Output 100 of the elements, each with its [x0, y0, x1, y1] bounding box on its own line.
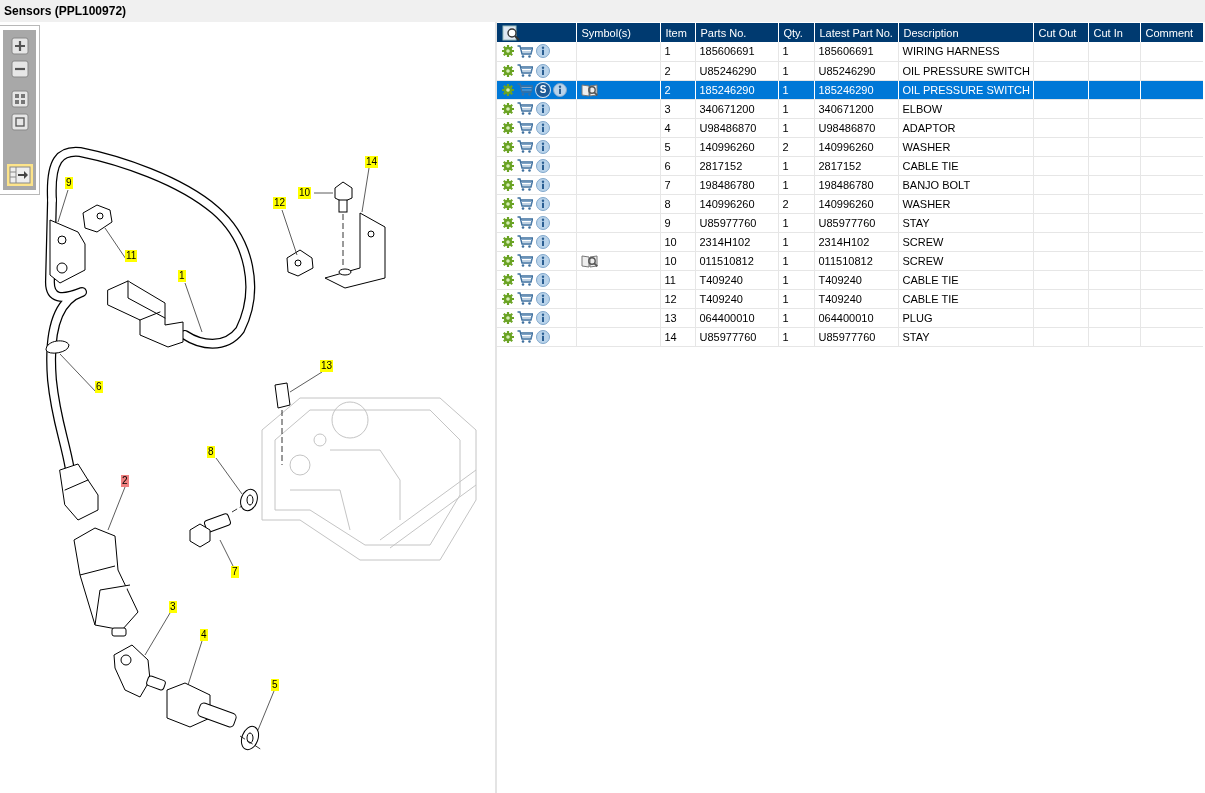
cart-icon[interactable]	[517, 44, 533, 58]
toolbar-button[interactable]	[9, 36, 30, 56]
gear-icon[interactable]	[502, 159, 514, 172]
table-cell: 2314H102	[814, 232, 898, 251]
callout-label[interactable]: 9	[65, 177, 73, 189]
info-icon[interactable]	[536, 63, 550, 78]
info-icon[interactable]	[536, 234, 550, 249]
table-cell: 13	[660, 308, 695, 327]
column-header[interactable]: Parts No.	[695, 23, 778, 42]
cart-icon[interactable]	[517, 273, 533, 286]
info-icon[interactable]	[536, 272, 550, 287]
info-icon[interactable]	[553, 82, 567, 97]
table-cell: 2817152	[695, 156, 778, 175]
cart-icon[interactable]	[517, 311, 533, 324]
info-icon[interactable]	[536, 215, 550, 230]
callout-label[interactable]: 5	[271, 679, 279, 691]
gear-icon[interactable]	[502, 216, 514, 229]
cart-icon[interactable]	[517, 178, 533, 191]
cart-icon[interactable]	[517, 102, 533, 115]
table-cell: 2	[660, 61, 695, 80]
gear-icon[interactable]	[502, 45, 514, 58]
gear-icon[interactable]	[502, 178, 514, 191]
book-search-icon[interactable]	[580, 253, 599, 268]
table-cell: U85977760	[814, 327, 898, 346]
leader-line	[144, 612, 171, 656]
info-icon[interactable]	[536, 44, 550, 59]
info-icon[interactable]	[536, 158, 550, 173]
supersession-badge[interactable]: S	[536, 82, 550, 97]
table-cell: 6	[660, 156, 695, 175]
callout-label[interactable]: 11	[125, 250, 138, 262]
info-icon[interactable]	[536, 120, 550, 135]
cart-icon[interactable]	[517, 197, 533, 210]
table-cell: 12	[660, 289, 695, 308]
info-icon[interactable]	[536, 101, 550, 116]
table-cell: SCREW	[898, 232, 1033, 251]
gear-icon[interactable]	[502, 235, 514, 248]
table-cell: SCREW	[898, 251, 1033, 270]
table-cell: STAY	[898, 213, 1033, 232]
column-header[interactable]: Comment	[1140, 23, 1203, 42]
gear-icon[interactable]	[502, 83, 514, 96]
cart-icon[interactable]	[517, 216, 533, 229]
toolbar-button[interactable]	[9, 89, 30, 109]
leader-line	[187, 640, 203, 686]
column-header[interactable]: Qty.	[778, 23, 814, 42]
callout-label[interactable]: 4	[200, 629, 208, 641]
cart-icon[interactable]	[517, 140, 533, 153]
table-cell: 7	[660, 175, 695, 194]
gear-icon[interactable]	[502, 140, 514, 153]
callout-label[interactable]: 12	[273, 197, 287, 209]
gear-icon[interactable]	[502, 330, 514, 343]
cart-icon[interactable]	[517, 235, 533, 248]
cart-icon[interactable]	[517, 64, 533, 77]
table-cell: 1	[778, 175, 814, 194]
info-icon[interactable]	[536, 196, 550, 211]
info-icon[interactable]	[536, 253, 550, 268]
gear-icon[interactable]	[502, 102, 514, 115]
callout-label[interactable]: 2	[121, 475, 129, 487]
book-search-icon[interactable]	[580, 82, 599, 97]
cart-icon[interactable]	[517, 121, 533, 134]
column-header[interactable]: Cut In	[1088, 23, 1140, 42]
info-icon[interactable]	[536, 177, 550, 192]
callout-label[interactable]: 1	[178, 270, 186, 282]
info-icon[interactable]	[536, 329, 550, 344]
table-cell: CABLE TIE	[898, 156, 1033, 175]
callout-label[interactable]: 3	[169, 601, 177, 613]
info-icon[interactable]	[536, 291, 550, 306]
table-cell: 1	[660, 42, 695, 61]
column-header[interactable]: Latest Part No.	[814, 23, 898, 42]
table-cell: 011510812	[814, 251, 898, 270]
callout-label[interactable]: 7	[231, 566, 239, 578]
column-header[interactable]: Item	[660, 23, 695, 42]
gear-icon[interactable]	[502, 64, 514, 77]
gear-icon[interactable]	[502, 254, 514, 267]
column-header[interactable]: Symbol(s)	[576, 23, 660, 42]
table-cell: 340671200	[814, 99, 898, 118]
toolbar-button[interactable]	[6, 164, 33, 186]
gear-icon[interactable]	[502, 311, 514, 324]
info-icon[interactable]	[536, 139, 550, 154]
table-cell: ELBOW	[898, 99, 1033, 118]
callout-label[interactable]: 13	[320, 360, 334, 372]
toolbar-button[interactable]	[9, 59, 30, 79]
cart-icon[interactable]	[517, 292, 533, 305]
callout-label[interactable]: 8	[207, 446, 215, 458]
column-header[interactable]: Description	[898, 23, 1033, 42]
column-header[interactable]: Cut Out	[1033, 23, 1088, 42]
search-icon[interactable]	[502, 24, 520, 41]
callout-label[interactable]: 6	[95, 381, 103, 393]
gear-icon[interactable]	[502, 273, 514, 286]
cart-icon[interactable]	[517, 159, 533, 172]
cart-icon[interactable]	[517, 330, 533, 343]
cart-icon[interactable]	[517, 254, 533, 267]
window-title: Sensors (PPL100972)	[4, 4, 127, 18]
leader-line	[289, 371, 323, 393]
zoom-out-icon	[10, 60, 29, 78]
gear-icon[interactable]	[502, 292, 514, 305]
callout-label[interactable]: 10	[298, 187, 312, 199]
gear-icon[interactable]	[502, 121, 514, 134]
gear-icon[interactable]	[502, 197, 514, 210]
info-icon[interactable]	[536, 310, 550, 325]
callout-label[interactable]: 14	[365, 156, 379, 168]
